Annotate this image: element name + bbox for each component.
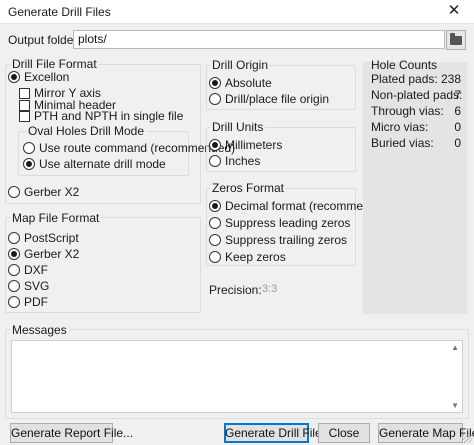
count-through-vias-value: 6	[454, 104, 461, 118]
zeros-suppress-trailing-radio-indicator[interactable]	[209, 234, 221, 246]
output-folder-input[interactable]: plots/	[73, 30, 445, 49]
hole-counts-panel: Hole Counts Plated pads: 238 Non-plated …	[363, 58, 467, 314]
count-through-vias-label: Through vias:	[371, 104, 444, 118]
map-pdf-radio[interactable]: PDF	[8, 295, 48, 309]
zeros-suppress-trailing-radio[interactable]: Suppress trailing zeros	[209, 233, 347, 247]
origin-place-file-label: Drill/place file origin	[225, 92, 330, 106]
count-non-plated-pads-value: 7	[454, 88, 461, 102]
map-pdf-label: PDF	[24, 295, 48, 309]
map-dxf-radio-indicator[interactable]	[8, 264, 20, 276]
output-folder-label: Output folder:	[8, 33, 81, 47]
pth-npth-label: PTH and NPTH in single file	[34, 109, 184, 123]
browse-folder-button[interactable]	[446, 30, 466, 50]
count-buried-vias-value: 0	[454, 136, 461, 150]
close-icon[interactable]: ✕	[434, 0, 474, 24]
map-file-format-title: Map File Format	[10, 211, 102, 225]
zeros-format-title: Zeros Format	[210, 181, 287, 195]
map-gerber-x2-radio[interactable]: Gerber X2	[8, 247, 79, 261]
zeros-suppress-leading-radio[interactable]: Suppress leading zeros	[209, 216, 350, 230]
count-plated-pads-value: 238	[440, 72, 461, 86]
messages-title: Messages	[10, 323, 69, 337]
map-dxf-radio[interactable]: DXF	[8, 263, 48, 277]
resize-grip-icon[interactable]	[462, 433, 472, 443]
generate-report-button[interactable]: Generate Report File...	[10, 423, 133, 443]
units-millimeters-radio[interactable]: Millimeters	[209, 138, 282, 152]
map-svg-label: SVG	[24, 279, 50, 293]
map-dxf-label: DXF	[24, 263, 48, 277]
units-millimeters-radio-indicator[interactable]	[209, 139, 221, 151]
map-gerber-x2-label: Gerber X2	[24, 247, 80, 261]
precision-value: 3:3	[262, 283, 278, 295]
map-gerber-x2-radio-indicator[interactable]	[8, 248, 20, 260]
count-micro-vias-label: Micro vias:	[371, 120, 429, 134]
title-bar: Generate Drill Files ✕	[0, 0, 474, 24]
map-pdf-radio-indicator[interactable]	[8, 296, 20, 308]
alternate-drill-radio[interactable]: Use alternate drill mode	[23, 157, 166, 171]
generate-drill-file-button[interactable]: Generate Drill File	[224, 423, 322, 443]
pth-npth-checkbox[interactable]: PTH and NPTH in single file	[19, 109, 183, 123]
map-postscript-radio-indicator[interactable]	[8, 232, 20, 244]
close-button[interactable]: Close	[318, 423, 370, 443]
map-svg-radio-indicator[interactable]	[8, 280, 20, 292]
precision-label: Precision:	[209, 283, 262, 297]
drill-units-title: Drill Units	[210, 120, 266, 134]
zeros-keep-radio[interactable]: Keep zeros	[209, 250, 286, 264]
origin-place-file-radio-indicator[interactable]	[209, 93, 221, 105]
origin-place-file-radio[interactable]: Drill/place file origin	[209, 92, 329, 106]
count-plated-pads-label: Plated pads:	[371, 72, 438, 86]
gerber-x2-drill-radio-indicator[interactable]	[8, 186, 20, 198]
route-command-radio-indicator[interactable]	[23, 142, 35, 154]
count-buried-vias: Buried vias: 0	[371, 136, 463, 150]
drill-origin-title: Drill Origin	[210, 58, 271, 72]
map-postscript-label: PostScript	[24, 231, 79, 245]
mirror-y-check-indicator[interactable]	[19, 87, 30, 99]
messages-textarea[interactable]: ▲ ▼	[11, 340, 463, 413]
excellon-radio[interactable]: Excellon	[8, 70, 69, 84]
alternate-drill-radio-indicator[interactable]	[23, 158, 35, 170]
count-non-plated-pads: Non-plated pads: 7	[371, 88, 463, 102]
count-plated-pads: Plated pads: 238	[371, 72, 463, 86]
zeros-suppress-leading-radio-indicator[interactable]	[209, 217, 221, 229]
excellon-radio-indicator[interactable]	[8, 71, 20, 83]
count-non-plated-pads-label: Non-plated pads:	[371, 88, 463, 102]
units-inches-radio[interactable]: Inches	[209, 154, 260, 168]
origin-absolute-label: Absolute	[225, 76, 272, 90]
gerber-x2-drill-radio[interactable]: Gerber X2	[8, 185, 79, 199]
units-millimeters-label: Millimeters	[225, 138, 283, 152]
hole-counts-title: Hole Counts	[371, 58, 438, 72]
origin-absolute-radio[interactable]: Absolute	[209, 76, 272, 90]
alternate-drill-label: Use alternate drill mode	[39, 157, 166, 171]
generate-map-file-button[interactable]: Generate Map File	[378, 423, 474, 443]
scroll-down-icon[interactable]: ▼	[451, 401, 459, 410]
window-title: Generate Drill Files	[8, 5, 111, 19]
count-through-vias: Through vias: 6	[371, 104, 463, 118]
scroll-up-icon[interactable]: ▲	[451, 343, 459, 352]
folder-icon	[450, 33, 462, 45]
zeros-keep-radio-indicator[interactable]	[209, 251, 221, 263]
excellon-label: Excellon	[24, 70, 70, 84]
zeros-decimal-radio-indicator[interactable]	[209, 200, 221, 212]
drill-file-format-title: Drill File Format	[10, 57, 99, 71]
pth-npth-check-indicator[interactable]	[19, 110, 30, 122]
zeros-suppress-leading-label: Suppress leading zeros	[225, 216, 351, 230]
oval-holes-title: Oval Holes Drill Mode	[26, 124, 147, 138]
zeros-suppress-trailing-label: Suppress trailing zeros	[225, 233, 348, 247]
origin-absolute-radio-indicator[interactable]	[209, 77, 221, 89]
gerber-x2-drill-label: Gerber X2	[24, 185, 80, 199]
map-svg-radio[interactable]: SVG	[8, 279, 49, 293]
map-postscript-radio[interactable]: PostScript	[8, 231, 79, 245]
count-micro-vias-value: 0	[454, 120, 461, 134]
count-micro-vias: Micro vias: 0	[371, 120, 463, 134]
zeros-keep-label: Keep zeros	[225, 250, 286, 264]
units-inches-radio-indicator[interactable]	[209, 155, 221, 167]
count-buried-vias-label: Buried vias:	[371, 136, 434, 150]
route-command-radio[interactable]: Use route command (recommended)	[23, 141, 235, 155]
units-inches-label: Inches	[225, 154, 261, 168]
